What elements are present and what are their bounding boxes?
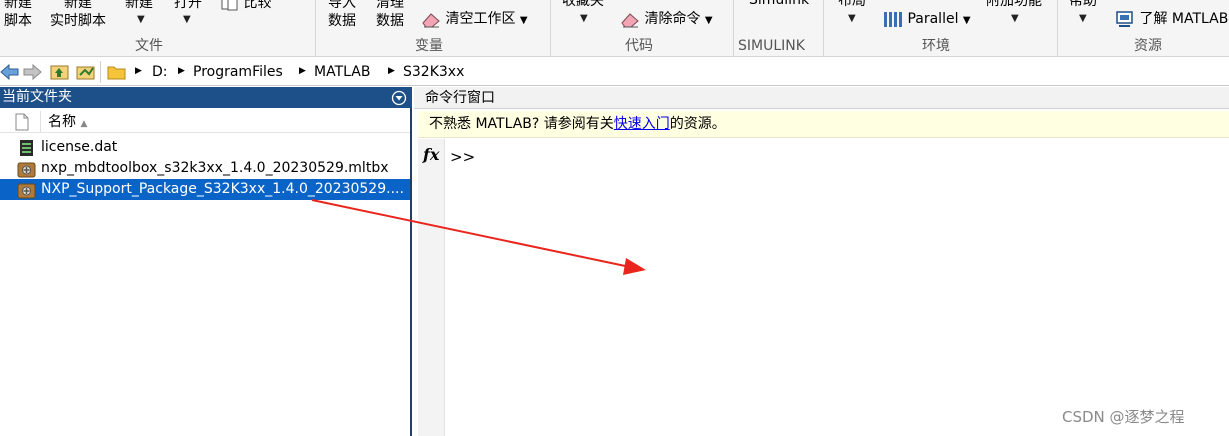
watermark: CSDN @逐梦之程 — [1062, 408, 1185, 426]
annotation-arrow-icon — [311, 199, 646, 275]
